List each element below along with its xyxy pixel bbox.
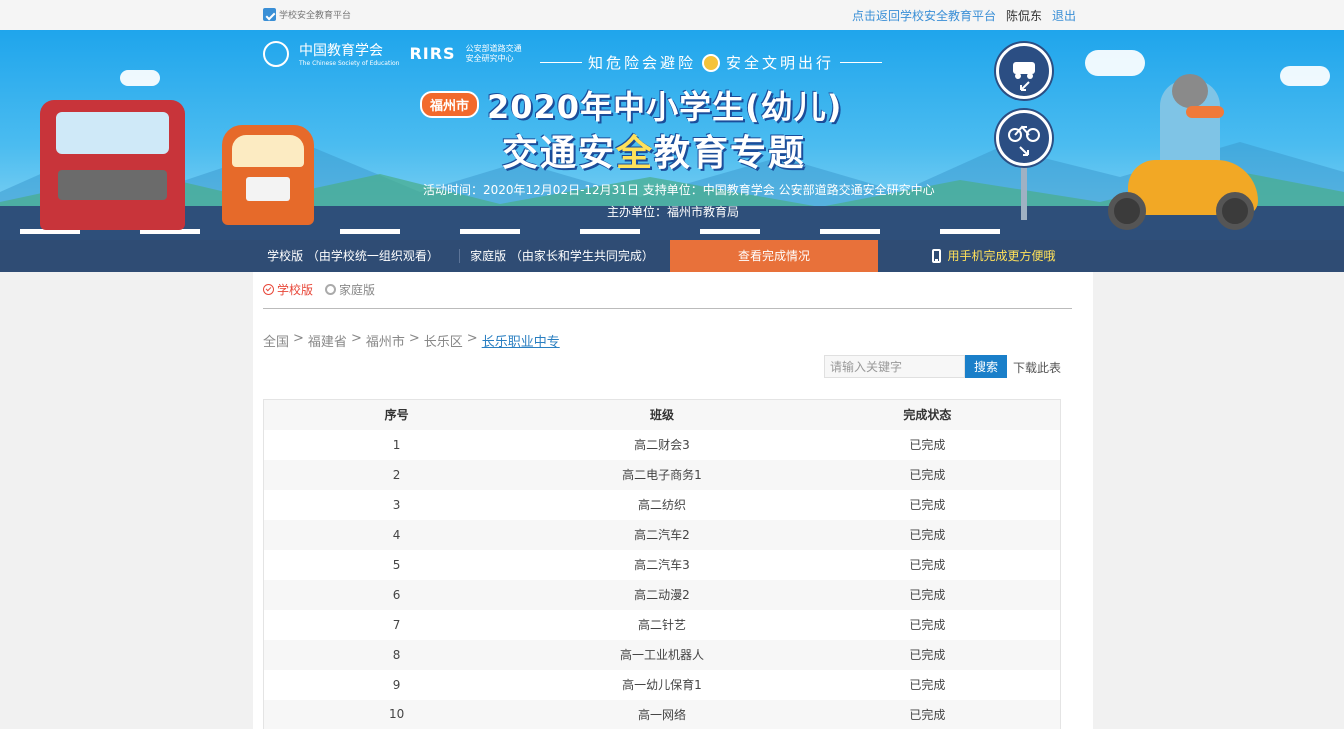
cell-class: 高二汽车3 [634, 558, 690, 572]
cse-logo-icon [263, 40, 289, 67]
breadcrumb-current[interactable]: 长乐职业中专 [482, 331, 560, 350]
cell-index: 5 [392, 557, 401, 572]
banner-title-line2: 交通安全教育专题 [502, 133, 807, 174]
table-row: 4 高二汽车2 已完成 [263, 519, 1061, 550]
platform-logo-text: 学校安全教育平台 [279, 11, 352, 21]
topic-banner: 中国教育学会 The Chinese Society of Education … [0, 30, 1344, 240]
rirs-logo-name: 公安部道路交通 安全研究中心 [465, 43, 522, 63]
banner-slogan: 知危险会避险 安全文明出行 [540, 52, 883, 73]
car-sign-icon [996, 43, 1052, 99]
nav-school-version[interactable]: 学校版 （由学校统一组织观看） [253, 240, 453, 272]
organizer-logos: 中国教育学会 The Chinese Society of Education … [263, 40, 522, 67]
column-header-index: 序号 [384, 408, 409, 423]
divider [263, 308, 1072, 309]
cse-logo-text: 中国教育学会 The Chinese Society of Education [299, 43, 400, 67]
completion-table: 序号 班级 完成状态 1 高二财会3 已完成 2 高二电子商务1 已完成 3 高二纺织 已完成 4… [263, 399, 1061, 729]
cell-index: 8 [392, 647, 401, 662]
table-header-row: 序号 班级 完成状态 [263, 399, 1061, 430]
breadcrumb-item[interactable]: 福建省 [308, 331, 347, 350]
cell-status: 已完成 [909, 468, 946, 482]
nav-mobile-complete[interactable]: 用手机完成更方便哦 [878, 240, 1110, 272]
column-header-class: 班级 [649, 408, 674, 423]
banner-organizer-info: 主办单位：福州市教育局 [607, 205, 740, 219]
cell-class: 高一网络 [637, 707, 686, 722]
cell-class: 高二纺织 [637, 498, 686, 512]
cell-index: 9 [392, 677, 401, 692]
cloud-decoration [1280, 66, 1330, 86]
cell-status: 已完成 [909, 498, 946, 512]
cell-status: 已完成 [909, 618, 946, 632]
cell-class: 高一工业机器人 [619, 648, 704, 662]
cell-class: 高二动漫2 [634, 588, 690, 602]
table-row: 10 高一网络 已完成 [263, 699, 1061, 729]
search-box: 搜索 [824, 355, 1007, 378]
nav-family-version[interactable]: 家庭版 （由家长和学生共同完成） [462, 240, 662, 272]
search-input[interactable] [824, 355, 965, 378]
cell-status: 已完成 [909, 648, 946, 662]
mascot-icon [702, 53, 721, 72]
table-row: 8 高一工业机器人 已完成 [263, 639, 1061, 670]
banner-title-line1: 2020年中小学生(幼儿) [487, 88, 843, 126]
main-nav: 学校版 （由学校统一组织观看） 家庭版 （由家长和学生共同完成） 查看完成情况 … [0, 240, 1344, 272]
cell-index: 3 [392, 497, 401, 512]
platform-logo-icon [263, 8, 276, 21]
cell-index: 1 [392, 437, 401, 452]
table-row: 6 高二动漫2 已完成 [263, 579, 1061, 610]
rirs-logo-text: RIRS [409, 44, 456, 63]
platform-logo[interactable]: 学校安全教育平台 [263, 8, 351, 21]
cell-status: 已完成 [909, 678, 946, 692]
cell-index: 7 [392, 617, 401, 632]
top-links: 点击返回学校安全教育平台 陈侃东 退出 [852, 7, 1076, 24]
version-tabs: 学校版 家庭版 [263, 281, 375, 298]
cell-index: 2 [392, 467, 401, 482]
radio-circle-icon [325, 284, 337, 295]
orange-truck-illustration [222, 125, 314, 225]
breadcrumb-item[interactable]: 长乐区 [424, 331, 463, 350]
nav-separator [459, 249, 460, 263]
cell-class: 高二针艺 [637, 618, 686, 632]
check-circle-icon [263, 284, 274, 295]
logout-link[interactable]: 退出 [1052, 7, 1076, 24]
search-button[interactable]: 搜索 [965, 355, 1007, 378]
column-header-status: 完成状态 [903, 408, 952, 423]
tab-school-version[interactable]: 学校版 [263, 281, 313, 298]
cloud-decoration [1085, 50, 1145, 76]
city-badge: 福州市 [420, 91, 480, 118]
back-to-platform-link[interactable]: 点击返回学校安全教育平台 [852, 7, 996, 24]
table-row: 2 高二电子商务1 已完成 [263, 459, 1061, 490]
red-truck-illustration [40, 100, 185, 230]
table-row: 7 高二针艺 已完成 [264, 610, 1061, 640]
scooter-illustration [1108, 130, 1258, 230]
download-table-link[interactable]: 下载此表 [1013, 359, 1061, 376]
breadcrumb-item[interactable]: 福州市 [366, 331, 405, 350]
content-panel: 学校版 家庭版 全国 > 福建省 > 福州市 > 长乐区 > 长乐职业中专 搜索… [253, 272, 1093, 729]
breadcrumb-item[interactable]: 全国 [263, 331, 289, 350]
cell-status: 已完成 [909, 528, 946, 542]
cell-class: 高二汽车2 [634, 528, 690, 542]
table-body: 1 高二财会3 已完成 2 高二电子商务1 已完成 3 高二纺织 已完成 4 高二汽车2 已完成 5 高二… [263, 430, 1061, 729]
nav-view-completion[interactable]: 查看完成情况 [670, 240, 878, 272]
table-row: 1 高二财会3 已完成 [264, 430, 1061, 460]
table-row: 9 高一幼儿保育1 已完成 [264, 670, 1061, 700]
cell-class: 高一幼儿保育1 [622, 678, 702, 692]
table-row: 5 高二汽车3 已完成 [264, 550, 1061, 580]
cell-index: 10 [388, 707, 405, 722]
tab-family-version[interactable]: 家庭版 [325, 281, 375, 298]
user-name: 陈侃东 [1005, 9, 1042, 23]
cell-status: 已完成 [909, 558, 946, 572]
top-bar: 学校安全教育平台 点击返回学校安全教育平台 陈侃东 退出 [0, 0, 1344, 30]
cell-index: 4 [392, 527, 401, 542]
cell-class: 高二电子商务1 [622, 468, 702, 482]
cell-class: 高二财会3 [634, 438, 690, 452]
cell-status: 已完成 [909, 438, 946, 452]
banner-activity-info: 活动时间：2020年12月02日-12月31日 支持单位：中国教育学会 公安部道… [423, 183, 935, 197]
table-row: 3 高二纺织 已完成 [264, 490, 1061, 520]
cloud-decoration [120, 70, 160, 86]
bicycle-sign-icon [996, 110, 1052, 166]
cell-status: 已完成 [909, 707, 946, 722]
cell-status: 已完成 [909, 588, 946, 602]
cell-index: 6 [392, 587, 401, 602]
breadcrumb: 全国 > 福建省 > 福州市 > 长乐区 > 长乐职业中专 [263, 331, 560, 350]
phone-icon [932, 249, 942, 263]
